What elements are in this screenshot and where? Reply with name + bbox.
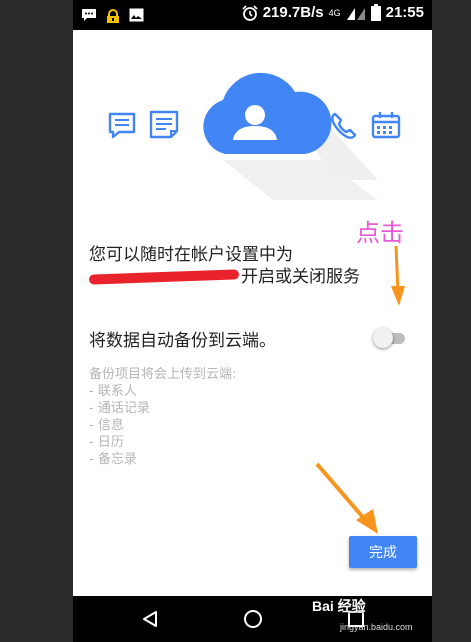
list-item: - 信息 — [89, 418, 124, 433]
watermark-brand: Bai 经验 — [312, 598, 366, 614]
auto-backup-label: 将数据自动备份到云端。 — [89, 331, 276, 351]
chat-icon — [82, 9, 96, 21]
signal-icon — [346, 7, 365, 20]
backup-items-title: 备份项目将会上传到云端: — [89, 367, 237, 382]
message-line-2: 开启或关闭服务 — [88, 266, 389, 288]
battery-icon — [370, 4, 381, 21]
list-item: - 通话记录 — [89, 401, 150, 416]
status-bar: 219.7B/s 4G 21:55 — [73, 0, 432, 30]
network-type: 4G — [328, 7, 341, 18]
watermark-url: jingyan.baidu.com — [340, 622, 413, 632]
service-message: 您可以随时在帐户设置中为 开启或关闭服务 — [88, 244, 389, 288]
backup-items: 备份项目将会上传到云端: - 联系人 - 通话记录 - 信息 - 日历 - 备忘… — [89, 366, 236, 468]
switch-thumb — [373, 328, 393, 348]
list-item: - 联系人 — [89, 384, 137, 399]
phone-screen: 219.7B/s 4G 21:55 点击 您可以随时在帐户设置中为 开启或关闭服… — [73, 0, 432, 642]
message-line-2-text: 开启或关闭服务 — [241, 267, 360, 287]
clock-time: 21:55 — [385, 4, 424, 21]
list-item: - 备忘录 — [89, 452, 137, 467]
home-icon[interactable] — [243, 609, 263, 629]
annotation-click-label: 点击 — [356, 219, 404, 247]
arrow-diagonal-icon — [315, 462, 378, 534]
network-speed: 219.7B/s — [262, 4, 324, 21]
navigation-bar — [73, 596, 432, 642]
auto-backup-switch[interactable] — [373, 328, 407, 348]
alarm-icon — [242, 4, 258, 21]
done-button[interactable]: 完成 — [349, 536, 417, 568]
list-item: - 日历 — [89, 435, 124, 450]
image-icon — [129, 8, 144, 22]
annotation-arrows — [315, 245, 405, 534]
back-icon[interactable] — [141, 610, 159, 628]
auto-backup-row: 将数据自动备份到云端。 — [89, 326, 407, 351]
arrow-down-icon — [391, 245, 405, 306]
wifi-lock-icon — [107, 9, 119, 23]
redaction-mark — [88, 269, 240, 285]
content-area: 点击 您可以随时在帐户设置中为 开启或关闭服务 将数据自动备份到云端。 备份项目… — [73, 30, 432, 596]
message-line-1: 您可以随时在帐户设置中为 — [89, 245, 293, 265]
